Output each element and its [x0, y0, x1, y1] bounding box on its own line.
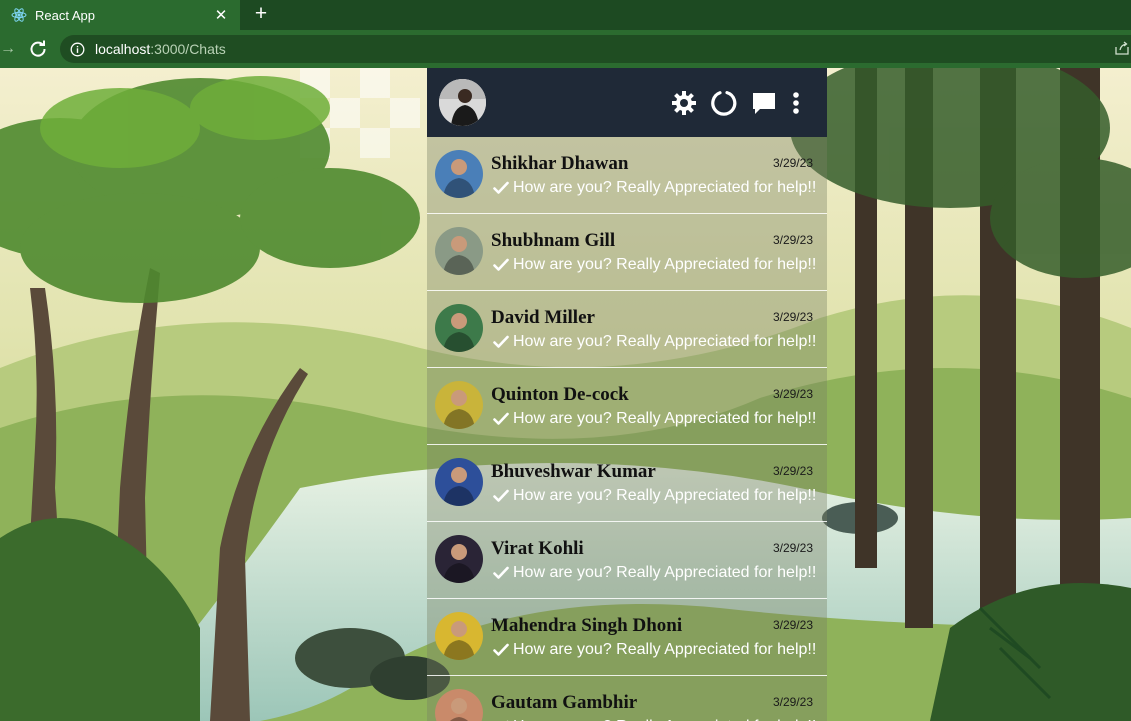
tab-title: React App — [35, 7, 95, 23]
react-icon — [11, 7, 27, 23]
tab-strip: React App ✕ + — [0, 0, 1131, 30]
chat-list-item[interactable]: Quinton De-cock 3/29/23 How are you? Reall… — [427, 368, 827, 445]
status-icon[interactable] — [710, 89, 738, 117]
check-icon — [493, 489, 509, 503]
url-host: localhost — [95, 41, 151, 57]
chat-list-item[interactable]: Bhuveshwar Kumar 3/29/23 How are you? Real… — [427, 445, 827, 522]
last-message: How are you? Really Appreciated for help… — [493, 410, 816, 428]
contact-avatar[interactable] — [435, 689, 483, 721]
contact-name: Mahendra Singh Dhoni — [491, 615, 683, 636]
close-tab-icon[interactable]: ✕ — [210, 6, 232, 24]
last-message-text: How are you? Really Appreciated for help… — [513, 564, 817, 581]
last-message-text: How are you? Really Appreciated for help… — [513, 410, 817, 427]
message-timestamp: 3/29/23 — [772, 387, 813, 401]
check-icon — [493, 258, 509, 272]
last-message-text: How are you? Really Appreciated for help… — [513, 179, 817, 196]
last-message-text: How are you? Really Appreciated for help… — [513, 256, 817, 273]
contact-avatar[interactable] — [435, 381, 483, 429]
menu-icon[interactable] — [782, 89, 810, 117]
last-message: How are you? Really Appreciated for help… — [493, 641, 816, 659]
chat-list: Shikhar Dhawan 3/29/23 How are you? Really… — [427, 137, 827, 721]
message-timestamp: 3/29/23 — [772, 618, 813, 632]
contact-avatar[interactable] — [435, 227, 483, 275]
contact-name: Quinton De-cock — [491, 384, 629, 405]
forward-arrow-icon[interactable]: → — [0, 39, 16, 59]
contact-name: David Miller — [491, 307, 595, 328]
message-timestamp: 3/29/23 — [772, 156, 813, 170]
profile-avatar[interactable] — [439, 79, 486, 126]
message-timestamp: 3/29/23 — [772, 541, 813, 555]
share-icon[interactable] — [1115, 41, 1129, 55]
message-timestamp: 3/29/23 — [772, 310, 813, 324]
address-bar[interactable]: localhost:3000/Chats — [60, 35, 1131, 63]
last-message: How are you? Really Appreciated for help… — [493, 564, 816, 582]
last-message: How are you? Really Appreciated for help… — [493, 487, 816, 505]
new-chat-icon[interactable] — [750, 89, 778, 117]
settings-icon[interactable] — [670, 89, 698, 117]
contact-avatar[interactable] — [435, 150, 483, 198]
last-message-text: How are you? Really Appreciated for help… — [513, 333, 817, 350]
chat-list-item[interactable]: Gautam Gambhir3/29/23How are you? Really… — [427, 676, 827, 721]
chat-list-item[interactable]: Virat Kohli 3/29/23 How are you? Really Ap… — [427, 522, 827, 599]
browser-tab[interactable]: React App ✕ — [0, 0, 240, 30]
chat-list-item[interactable]: David Miller 3/29/23 How are you? Really A… — [427, 291, 827, 368]
chat-list-item[interactable]: Shubhnam Gill 3/29/23 How are you? Really … — [427, 214, 827, 291]
contact-name: Virat Kohli — [491, 538, 584, 559]
check-icon — [493, 335, 509, 349]
last-message: How are you? Really Appreciated for help… — [493, 333, 816, 351]
browser-toolbar: → localhost:3000/Chats — [0, 30, 1131, 68]
info-icon[interactable] — [70, 42, 85, 57]
contact-name: Shubhnam Gill — [491, 230, 616, 251]
last-message: How are you? Really Appreciated for help… — [493, 256, 816, 274]
reload-icon[interactable] — [28, 39, 48, 59]
last-message-text: How are you? Really Appreciated for help… — [513, 641, 817, 658]
url-path: :3000/Chats — [150, 41, 226, 57]
contact-avatar[interactable] — [435, 612, 483, 660]
chat-list-item[interactable]: Shikhar Dhawan 3/29/23 How are you? Really… — [427, 137, 827, 214]
last-message: How are you? Really Appreciated for help… — [493, 179, 816, 197]
contact-name: Bhuveshwar Kumar — [491, 461, 656, 482]
check-icon — [493, 181, 509, 195]
new-tab-icon[interactable]: + — [250, 2, 272, 26]
contact-name: Gautam Gambhir — [491, 692, 638, 713]
contact-name: Shikhar Dhawan — [491, 153, 629, 174]
chat-panel: Shikhar Dhawan 3/29/23 How are you? Really… — [427, 68, 827, 721]
check-icon — [493, 412, 509, 426]
check-icon — [493, 643, 509, 657]
contact-avatar[interactable] — [435, 535, 483, 583]
message-timestamp: 3/29/23 — [772, 464, 813, 478]
chat-panel-header — [427, 68, 827, 137]
url-text: localhost:3000/Chats — [95, 41, 226, 57]
message-timestamp: 3/29/23 — [772, 233, 813, 247]
message-timestamp: 3/29/23 — [772, 695, 813, 709]
chat-list-item[interactable]: Mahendra Singh Dhoni 3/29/23 How are you? … — [427, 599, 827, 676]
contact-avatar[interactable] — [435, 458, 483, 506]
last-message-text: How are you? Really Appreciated for help… — [513, 487, 817, 504]
check-icon — [493, 566, 509, 580]
contact-avatar[interactable] — [435, 304, 483, 352]
